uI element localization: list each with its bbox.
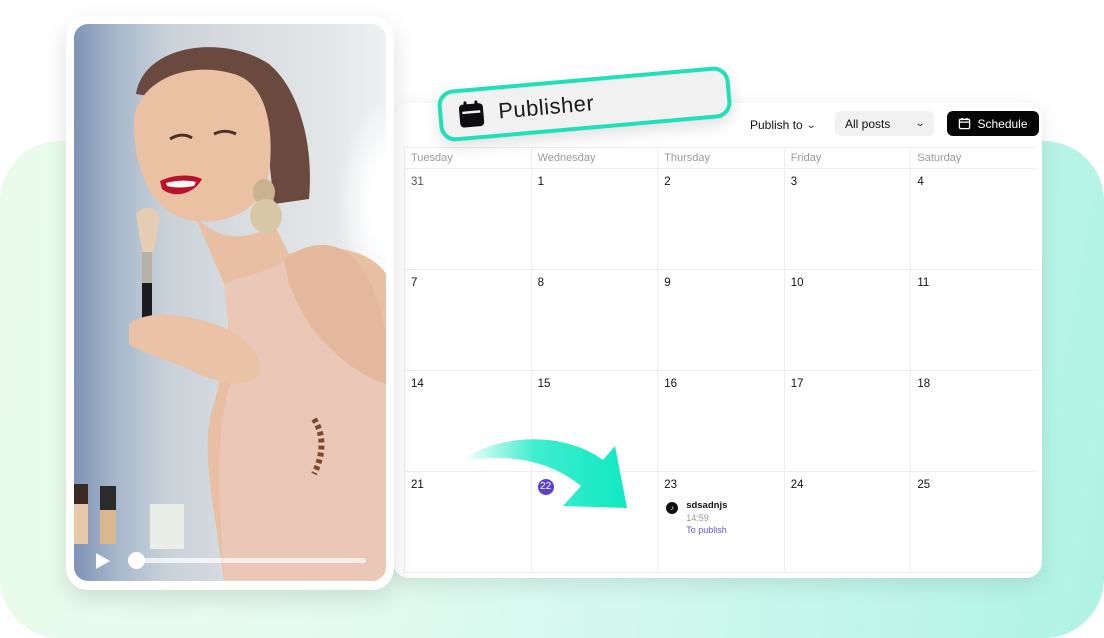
- posts-filter-value: All posts: [845, 116, 891, 131]
- day-cell[interactable]: 31: [404, 169, 531, 269]
- weekday-thursday: Thursday: [657, 148, 784, 168]
- day-number: 8: [537, 277, 544, 289]
- tiktok-icon: ♪: [666, 502, 679, 514]
- post-time: 14:59: [686, 513, 709, 523]
- day-cell[interactable]: 24: [783, 472, 911, 572]
- video-preview[interactable]: [74, 24, 386, 581]
- video-preview-card: [66, 16, 394, 590]
- day-cell[interactable]: 3: [783, 169, 911, 269]
- day-number: 7: [411, 277, 418, 289]
- posts-filter-select[interactable]: All posts ⌄: [835, 111, 934, 136]
- day-number: 9: [664, 277, 671, 289]
- day-number: 17: [790, 378, 804, 390]
- day-cell[interactable]: 11: [910, 270, 1037, 370]
- day-number: 24: [790, 479, 804, 491]
- day-cell[interactable]: 10: [783, 270, 911, 370]
- day-cell[interactable]: 9: [657, 270, 784, 370]
- play-icon[interactable]: [96, 553, 110, 569]
- day-number: 15: [537, 378, 551, 390]
- day-cell[interactable]: 1: [530, 169, 658, 269]
- day-number: 2: [664, 176, 671, 188]
- schedule-button[interactable]: Schedule: [947, 111, 1039, 136]
- weekday-friday: Friday: [783, 148, 911, 168]
- day-number: 16: [664, 378, 677, 390]
- day-cell[interactable]: 2: [657, 169, 784, 269]
- day-number: 1: [537, 176, 544, 188]
- video-progress-handle[interactable]: [128, 552, 145, 569]
- day-cell[interactable]: 4: [910, 169, 1037, 269]
- post-title: sdsadnjs: [686, 500, 728, 511]
- day-cell-with-event[interactable]: 23 ♪ sdsadnjs 14:59 To publish: [657, 472, 784, 572]
- day-number: 14: [411, 378, 424, 390]
- day-cell[interactable]: 25: [910, 472, 1037, 572]
- day-cell[interactable]: 17: [783, 371, 911, 471]
- publisher-label: Publisher: [497, 90, 596, 124]
- day-number: 11: [917, 277, 930, 289]
- day-number: 25: [917, 479, 931, 491]
- day-number: 10: [790, 277, 804, 289]
- video-progress-bar[interactable]: [136, 558, 366, 563]
- day-number: 4: [917, 176, 924, 188]
- day-number: 18: [917, 378, 931, 390]
- day-number: 23: [664, 479, 677, 491]
- curved-arrow-icon: [460, 439, 627, 508]
- chevron-down-icon: ⌄: [914, 118, 926, 129]
- weekday-saturday: Saturday: [910, 148, 1037, 168]
- day-cell[interactable]: 8: [530, 270, 658, 370]
- weekday-wednesday: Wednesday: [530, 148, 658, 168]
- scheduled-post[interactable]: ♪ sdsadnjs 14:59 To publish: [666, 500, 727, 535]
- weekday-header: Tuesday Wednesday Thursday Friday Saturd…: [404, 148, 1037, 169]
- week-row: 31 1 2 3 4: [404, 169, 1037, 270]
- schedule-label: Schedule: [977, 116, 1028, 131]
- video-thumbnail-image: [74, 47, 386, 581]
- publish-to-label: Publish to: [750, 118, 803, 132]
- week-row: 7 8 9 10 11: [404, 270, 1037, 371]
- day-number: 21: [411, 479, 424, 491]
- calendar-icon: [458, 100, 485, 128]
- weekday-tuesday: Tuesday: [404, 148, 531, 168]
- chevron-down-icon: ⌄: [805, 119, 817, 131]
- day-cell[interactable]: 16: [657, 371, 784, 471]
- day-number: 3: [790, 176, 798, 188]
- calendar-icon: [959, 117, 971, 130]
- post-status: To publish: [686, 525, 727, 535]
- day-cell[interactable]: 18: [910, 371, 1037, 471]
- publish-to-dropdown[interactable]: Publish to ⌄: [750, 113, 817, 137]
- day-cell[interactable]: 7: [404, 270, 531, 370]
- day-number: 31: [411, 176, 424, 188]
